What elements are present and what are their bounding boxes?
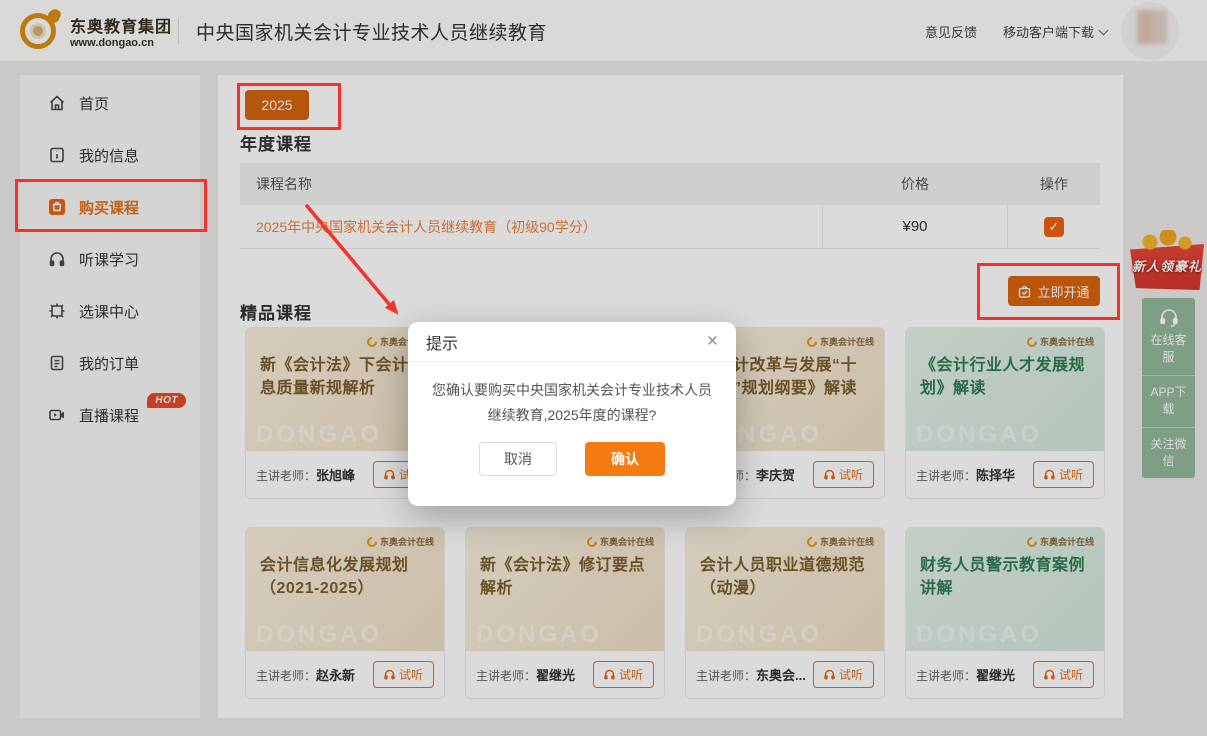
year-2025-tab[interactable]: 2025 — [245, 90, 309, 120]
teacher-name: 翟继光 — [976, 668, 1015, 683]
teacher-name: 东奥会... — [756, 668, 806, 683]
annual-course-heading: 年度课程 — [240, 130, 312, 155]
table-header: 课程名称 价格 操作 — [240, 163, 1100, 205]
sidebar-item-home[interactable]: 首页 — [20, 77, 200, 129]
col-price: 价格 — [822, 174, 1008, 194]
hot-badge: HOT — [147, 393, 186, 408]
card-brand: 东奥会计在线 — [367, 535, 434, 548]
course-card[interactable]: 东奥会计在线 《会计行业人才发展规划》解读 DONGAO 主讲老师：陈择华 试听 — [905, 327, 1105, 499]
page-title: 中央国家机关会计专业技术人员继续教育 — [196, 18, 547, 45]
live-video-icon — [48, 406, 66, 424]
logo-url: www.dongao.cn — [70, 37, 172, 49]
sidebar-item-buy-courses[interactable]: 购买课程 — [20, 181, 200, 233]
course-card[interactable]: 东奥会计在线 新《会计法》修订要点解析 DONGAO 主讲老师：翟继光 试听 — [465, 527, 665, 699]
headphone-icon — [1044, 669, 1055, 680]
cancel-button[interactable]: 取消 — [479, 442, 557, 476]
card-brand: 东奥会计在线 — [807, 335, 874, 348]
site-logo[interactable]: 东奥教育集团 www.dongao.cn — [18, 9, 172, 53]
newcomer-gift-badge[interactable]: 新人领豪礼 — [1128, 230, 1206, 294]
app-download-button[interactable]: APP下载 — [1142, 375, 1195, 427]
header: 东奥教育集团 www.dongao.cn 中央国家机关会计专业技术人员继续教育 … — [0, 0, 1207, 62]
headset-icon — [1158, 308, 1180, 328]
course-card[interactable]: 东奥会计在线 会计人员职业道德规范（动漫） DONGAO 主讲老师：东奥会...… — [685, 527, 885, 699]
course-center-icon — [48, 302, 66, 320]
dongao-logo-icon — [18, 9, 62, 53]
audition-button[interactable]: 试听 — [813, 461, 874, 488]
brand-dot-icon — [1025, 334, 1039, 348]
card-brand: 东奥会计在线 — [587, 535, 654, 548]
sidebar: 首页 我的信息 购买课程 听课学习 选课中心 我的订单 直播课程 HOT — [20, 75, 200, 718]
course-card[interactable]: 东奥会计在线 财务人员警示教育案例讲解 DONGAO 主讲老师：翟继光 试听 — [905, 527, 1105, 699]
header-divider — [178, 18, 179, 44]
sidebar-item-course-center[interactable]: 选课中心 — [20, 285, 200, 337]
headphone-icon — [384, 669, 395, 680]
card-brand: 东奥会计在线 — [1027, 535, 1094, 548]
audition-button[interactable]: 试听 — [1033, 661, 1094, 688]
course-link[interactable]: 2025年中央国家机关会计人员继续教育（初级90学分） — [256, 219, 597, 235]
course-checkbox[interactable]: ✓ — [1044, 217, 1064, 237]
sidebar-item-my-orders[interactable]: 我的订单 — [20, 337, 200, 389]
dialog-title: 提示 — [426, 330, 458, 354]
featured-course-heading: 精品课程 — [240, 299, 312, 324]
headphones-icon — [48, 250, 66, 268]
page: 东奥教育集团 www.dongao.cn 中央国家机关会计专业技术人员继续教育 … — [0, 0, 1207, 736]
brand-dot-icon — [1025, 534, 1039, 548]
brand-dot-icon — [365, 534, 379, 548]
teacher-name: 张旭峰 — [316, 468, 355, 483]
avatar[interactable] — [1121, 2, 1179, 60]
audition-button[interactable]: 试听 — [373, 661, 434, 688]
col-course-name: 课程名称 — [240, 174, 822, 194]
audition-button[interactable]: 试听 — [1033, 461, 1094, 488]
mobile-download-link[interactable]: 移动客户端下载 — [1003, 22, 1107, 41]
brand-dot-icon — [805, 334, 819, 348]
chevron-down-icon — [1099, 25, 1109, 35]
logo-name: 东奥教育集团 — [70, 13, 172, 37]
info-file-icon — [48, 146, 66, 164]
table-row: 2025年中央国家机关会计人员继续教育（初级90学分） ¥90 ✓ — [240, 205, 1100, 249]
service-panel: 在线客服 APP下载 关注微信 — [1142, 298, 1195, 478]
feedback-link[interactable]: 意见反馈 — [925, 22, 977, 41]
teacher-name: 翟继光 — [536, 668, 575, 683]
card-brand: 东奥会计在线 — [807, 535, 874, 548]
col-action: 操作 — [1008, 174, 1100, 194]
gift-coins-icon — [1138, 230, 1196, 252]
shopping-bag-icon — [48, 198, 66, 216]
brand-dot-icon — [805, 534, 819, 548]
teacher-name: 陈择华 — [976, 468, 1015, 483]
headphone-icon — [824, 469, 835, 480]
annual-course-table: 课程名称 价格 操作 2025年中央国家机关会计人员继续教育（初级90学分） ¥… — [240, 163, 1100, 249]
sidebar-item-live-courses[interactable]: 直播课程 HOT — [20, 389, 200, 441]
course-price: ¥90 — [822, 205, 1008, 248]
bag-check-icon — [1018, 285, 1031, 298]
teacher-name: 赵永新 — [316, 668, 355, 683]
brand-dot-icon — [365, 334, 379, 348]
course-card[interactable]: 东奥会计在线 会计信息化发展规划（2021-2025） DONGAO 主讲老师：… — [245, 527, 445, 699]
headphone-icon — [384, 469, 395, 480]
sidebar-item-my-info[interactable]: 我的信息 — [20, 129, 200, 181]
teacher-name: 李庆贺 — [756, 468, 795, 483]
open-now-button[interactable]: 立即开通 — [1008, 276, 1100, 306]
headphone-icon — [824, 669, 835, 680]
headphone-icon — [1044, 469, 1055, 480]
confirm-dialog: 提示 × 您确认要购买中央国家机关会计专业技术人员继续教育,2025年度的课程?… — [408, 322, 736, 506]
audition-button[interactable]: 试听 — [593, 661, 654, 688]
confirm-button[interactable]: 确认 — [585, 442, 665, 476]
close-icon[interactable]: × — [707, 332, 718, 351]
brand-dot-icon — [585, 534, 599, 548]
card-brand: 东奥会计在线 — [1027, 335, 1094, 348]
home-icon — [48, 94, 66, 112]
sidebar-item-listen-learn[interactable]: 听课学习 — [20, 233, 200, 285]
online-service-button[interactable]: 在线客服 — [1142, 298, 1195, 375]
follow-wechat-button[interactable]: 关注微信 — [1142, 427, 1195, 479]
headphone-icon — [604, 669, 615, 680]
dialog-message: 您确认要购买中央国家机关会计专业技术人员继续教育,2025年度的课程? — [408, 362, 736, 427]
order-list-icon — [48, 354, 66, 372]
audition-button[interactable]: 试听 — [813, 661, 874, 688]
